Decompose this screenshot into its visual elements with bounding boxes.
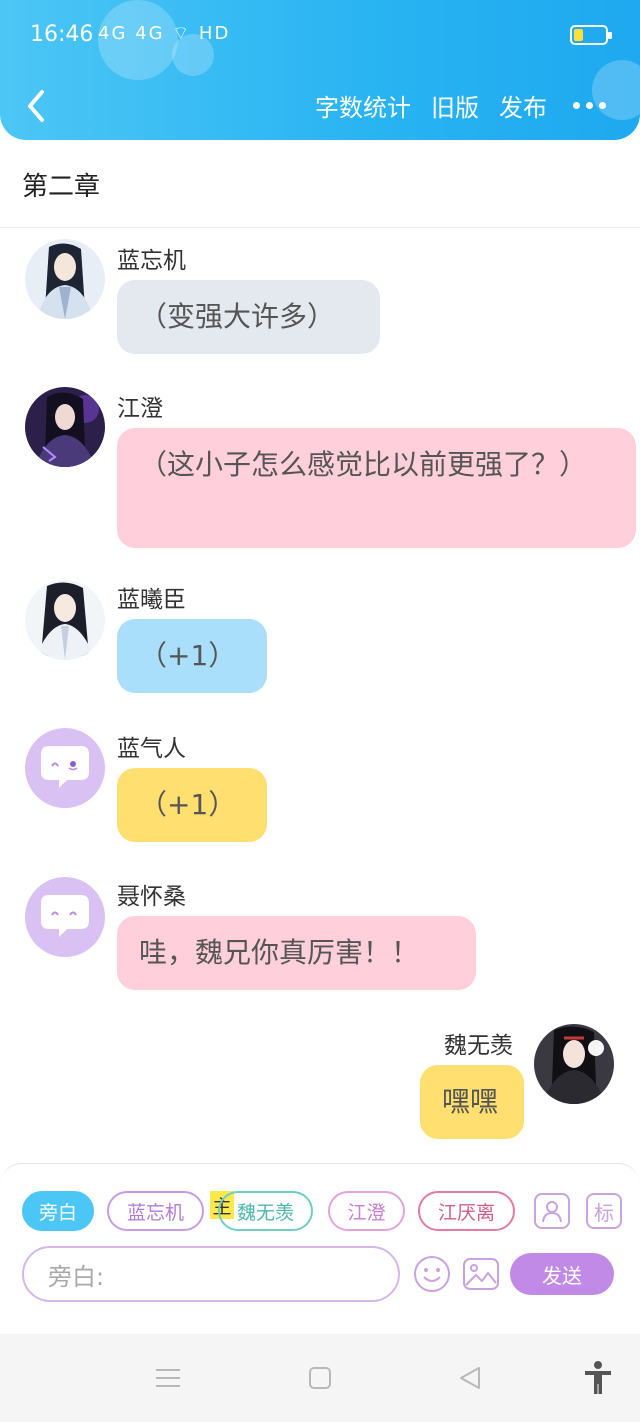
emoji-icon[interactable] (413, 1255, 451, 1293)
default-avatar-icon[interactable] (25, 877, 105, 957)
chip-jiang-cheng[interactable]: 江澄 (328, 1191, 405, 1231)
avatar[interactable] (25, 387, 105, 467)
menu-icon[interactable] (154, 1367, 182, 1389)
avatar[interactable] (25, 239, 105, 319)
system-nav-bar (0, 1334, 640, 1422)
sender-name: 聂怀桑 (117, 884, 186, 910)
header-actions: 字数统计 旧版 发布 (315, 88, 606, 123)
character-icon[interactable] (534, 1193, 570, 1229)
wifi-icon: ⌔ (172, 23, 192, 44)
status-time: 16:46 (30, 22, 94, 47)
tag-icon[interactable]: 标 (586, 1193, 622, 1229)
message-bubble[interactable]: （变强大许多） (117, 280, 380, 354)
sender-name: 蓝气人 (117, 736, 186, 762)
old-version-button[interactable]: 旧版 (431, 88, 479, 123)
message-bubble[interactable]: （这小子怎么感觉比以前更强了？） (117, 428, 636, 548)
message-bubble[interactable]: （+1） (117, 619, 267, 693)
sender-name: 江澄 (117, 396, 163, 422)
publish-button[interactable]: 发布 (499, 88, 547, 123)
chapter-bar: 第二章 (0, 140, 640, 228)
battery-icon (570, 25, 612, 45)
chip-lan-wangji[interactable]: 蓝忘机 (107, 1191, 204, 1231)
avatar[interactable] (25, 580, 105, 660)
home-icon[interactable] (308, 1366, 332, 1390)
sender-name: 蓝忘机 (117, 248, 186, 274)
sender-name: 魏无羡 (444, 1033, 513, 1059)
chip-narration[interactable]: 旁白 (22, 1191, 94, 1231)
sender-name: 蓝曦臣 (117, 587, 186, 613)
back-arrow-icon[interactable] (22, 88, 52, 124)
chapter-title[interactable]: 第二章 (22, 166, 100, 203)
network-label: HD (198, 23, 231, 44)
send-button[interactable]: 发送 (510, 1253, 614, 1295)
more-icon[interactable] (573, 102, 606, 109)
back-triangle-icon[interactable] (457, 1365, 483, 1391)
image-icon[interactable] (462, 1255, 500, 1293)
word-count-button[interactable]: 字数统计 (315, 88, 411, 123)
chip-jiang-yanli[interactable]: 江厌离 (418, 1191, 515, 1231)
app-header: 16:46 4G 4G ⌔ HD 字数统计 旧版 发布 (0, 0, 640, 140)
message-bubble[interactable]: 哇，魏兄你真厉害！！ (117, 916, 476, 990)
message-bubble[interactable]: 嘿嘿 (420, 1065, 524, 1139)
chip-wei-wuxian[interactable]: 魏无羡 (218, 1191, 313, 1231)
accessibility-icon[interactable] (582, 1360, 614, 1396)
avatar[interactable] (534, 1024, 614, 1104)
message-input[interactable]: 旁白: (22, 1246, 400, 1302)
signal-label: 4G 4G (98, 23, 165, 44)
signal-icon: 4G 4G ⌔ HD (98, 22, 230, 45)
default-avatar-icon[interactable] (25, 728, 105, 808)
message-bubble[interactable]: （+1） (117, 768, 267, 842)
